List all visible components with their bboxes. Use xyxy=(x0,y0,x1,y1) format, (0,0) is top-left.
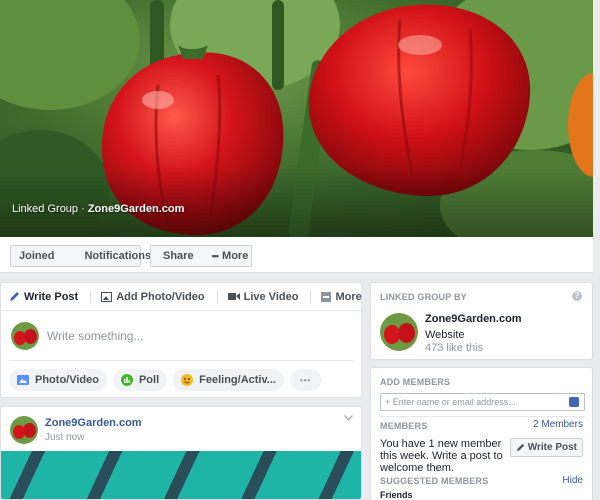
post-timestamp[interactable]: Just now xyxy=(45,432,84,443)
write-post-button[interactable]: Write Post xyxy=(509,438,583,457)
joined-label[interactable]: Joined xyxy=(19,250,54,262)
video-camera-icon xyxy=(227,293,240,300)
avatar[interactable] xyxy=(10,416,38,444)
divider xyxy=(310,289,312,304)
divider xyxy=(216,289,218,304)
tab-label: Add Photo/Video xyxy=(116,290,205,303)
linked-page-likes: 473 like this xyxy=(425,342,484,354)
add-member-input[interactable]: + Enter name or email address... xyxy=(380,393,585,411)
pencil-icon xyxy=(516,443,524,452)
tab-live-video[interactable]: Live Video xyxy=(227,289,312,304)
photo-icon xyxy=(17,375,29,385)
joined-notifications-button[interactable]: Joined Notifications xyxy=(10,245,151,267)
photo-video-pill[interactable]: Photo/Video xyxy=(9,369,107,391)
tab-add-photo-video[interactable]: Add Photo/Video xyxy=(101,289,218,304)
photo-icon xyxy=(101,291,113,302)
tab-label: More xyxy=(335,290,362,303)
notifications-label[interactable]: Notifications xyxy=(84,250,151,262)
post-author[interactable]: Zone9Garden.com xyxy=(45,417,142,429)
feeling-activity-pill[interactable]: Feeling/Activ... xyxy=(173,369,284,391)
group-action-bar: Joined Notifications Share ••• More xyxy=(0,237,593,273)
divider xyxy=(380,416,585,417)
orange-pepper xyxy=(568,73,593,177)
avatar[interactable] xyxy=(380,313,418,351)
linked-group-card: LINKED GROUP BY ? Zone9Garden.com Websit… xyxy=(370,282,593,360)
tab-more[interactable]: More xyxy=(321,290,362,303)
tab-label: Live Video xyxy=(243,290,299,303)
cover-gradient xyxy=(0,167,593,237)
more-options-pill[interactable]: ••• xyxy=(289,369,322,391)
members-card: ADD MEMBERS + Enter name or email addres… xyxy=(370,367,593,500)
linked-group-header: LINKED GROUP BY xyxy=(380,292,467,302)
cover-photo: Linked Group · Zone9Garden.com xyxy=(0,0,593,237)
pill-label: Feeling/Activ... xyxy=(199,374,276,386)
tab-label: Write Post xyxy=(24,290,79,303)
feed-post: Zone9Garden.com Just now xyxy=(0,406,362,500)
smiley-icon xyxy=(181,374,194,386)
friends-label: Friends xyxy=(380,490,413,500)
members-header: MEMBERS xyxy=(380,421,428,431)
more-grid-icon xyxy=(321,291,332,302)
chevron-down-icon[interactable] xyxy=(344,415,353,421)
avatar xyxy=(11,322,39,350)
hide-suggestions-link[interactable]: Hide xyxy=(562,475,583,486)
post-composer: Write Post Add Photo/Video Live Video Mo… xyxy=(0,282,397,399)
add-member-placeholder: + Enter name or email address... xyxy=(385,397,516,407)
pill-label: Poll xyxy=(138,374,160,386)
more-label[interactable]: More xyxy=(222,250,248,262)
help-icon[interactable]: ? xyxy=(572,291,582,301)
composer-tabs: Write Post Add Photo/Video Live Video Mo… xyxy=(1,283,397,311)
new-member-message: You have 1 new member this week. Write a… xyxy=(380,438,503,474)
more-dots-icon: ••• xyxy=(211,251,220,261)
linked-page-category: Website xyxy=(425,329,465,341)
share-more-button[interactable]: Share ••• More xyxy=(150,245,252,267)
cover-title-prefix: Linked Group · xyxy=(12,203,88,215)
tab-write-post[interactable]: Write Post xyxy=(9,289,92,304)
add-members-header: ADD MEMBERS xyxy=(380,377,451,387)
member-count-link[interactable]: 2 Members xyxy=(533,419,583,430)
contact-card-icon[interactable] xyxy=(569,397,579,407)
cover-group-name[interactable]: Zone9Garden.com xyxy=(88,203,185,215)
pill-label: Photo/Video xyxy=(35,374,99,386)
post-image[interactable] xyxy=(1,451,361,499)
pencil-icon xyxy=(10,292,19,301)
write-post-label: Write Post xyxy=(527,442,577,453)
composer-placeholder[interactable]: Write something... xyxy=(47,329,143,343)
cover-title: Linked Group · Zone9Garden.com xyxy=(12,203,184,215)
composer-actions: Photo/Video Poll Feeling/Activ... ••• xyxy=(1,361,361,399)
suggested-members-header: SUGGESTED MEMBERS xyxy=(380,476,489,486)
linked-page-name[interactable]: Zone9Garden.com xyxy=(425,313,522,325)
composer-body[interactable]: Write something... xyxy=(9,311,353,361)
share-label[interactable]: Share xyxy=(163,250,194,262)
divider xyxy=(90,289,92,304)
poll-icon xyxy=(120,374,133,386)
poll-pill[interactable]: Poll xyxy=(112,369,168,391)
